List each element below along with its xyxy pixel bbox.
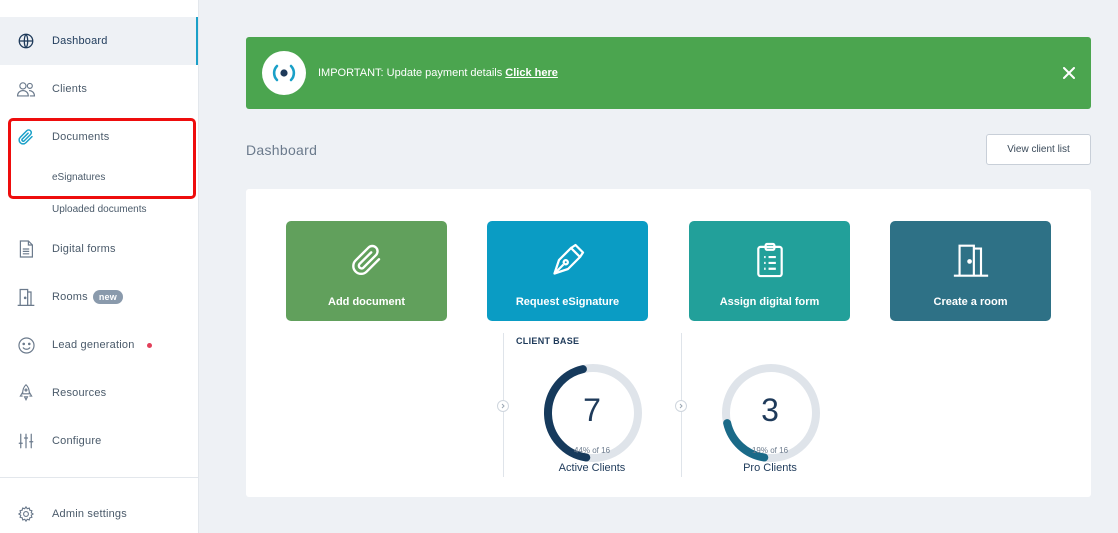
tile-label: Add document bbox=[328, 296, 405, 308]
chevron-right-icon[interactable] bbox=[675, 400, 687, 412]
pen-nib-icon bbox=[548, 239, 588, 281]
sidebar-item-rooms[interactable]: Rooms new bbox=[0, 273, 198, 321]
door-icon bbox=[951, 239, 991, 281]
tile-label: Create a room bbox=[933, 296, 1008, 308]
building-icon bbox=[15, 286, 37, 308]
pro-clients-label: Pro Clients bbox=[743, 462, 797, 474]
clipboard-icon bbox=[750, 239, 790, 281]
new-badge: new bbox=[92, 290, 123, 304]
sidebar-item-label: Resources bbox=[52, 387, 107, 399]
smiley-icon bbox=[15, 334, 37, 356]
assign-digital-form-tile[interactable]: Assign digital form bbox=[689, 221, 850, 321]
active-clients-label: Active Clients bbox=[558, 462, 626, 474]
users-icon bbox=[15, 78, 37, 100]
sidebar-item-label: Configure bbox=[52, 435, 102, 447]
globe-icon bbox=[15, 30, 37, 52]
page-title: Dashboard bbox=[246, 142, 318, 158]
active-clients-percent: 44% of 16 bbox=[573, 446, 611, 455]
sidebar-item-clients[interactable]: Clients bbox=[0, 65, 198, 113]
tile-label: Assign digital form bbox=[719, 296, 820, 308]
client-base-label: CLIENT BASE bbox=[516, 336, 580, 346]
pro-clients-value: 3 bbox=[761, 392, 779, 428]
sidebar-item-label: Lead generation bbox=[52, 339, 152, 351]
active-clients-value: 7 bbox=[583, 392, 601, 428]
notification-dot bbox=[146, 342, 152, 348]
request-esignature-tile[interactable]: Request eSignature bbox=[487, 221, 648, 321]
close-icon[interactable] bbox=[1059, 63, 1079, 83]
broadcast-logo-icon bbox=[262, 51, 306, 95]
sidebar-item-label: Dashboard bbox=[52, 35, 108, 47]
sidebar-item-lead-generation[interactable]: Lead generation bbox=[0, 321, 198, 369]
pro-clients-percent: 19% of 16 bbox=[751, 446, 789, 455]
sidebar-divider bbox=[0, 477, 198, 478]
chevron-right-icon[interactable] bbox=[497, 400, 509, 412]
sidebar-item-dashboard[interactable]: Dashboard bbox=[0, 17, 198, 65]
create-a-room-tile[interactable]: Create a room bbox=[890, 221, 1051, 321]
tile-label: Request eSignature bbox=[515, 296, 620, 308]
sidebar-item-admin-settings[interactable]: Admin settings bbox=[0, 490, 198, 533]
highlight-annotation bbox=[8, 118, 196, 199]
sidebar-item-label: Clients bbox=[52, 83, 88, 95]
file-text-icon bbox=[15, 238, 37, 260]
sidebar: Dashboard Clients Documents eSignatures … bbox=[0, 0, 199, 533]
sidebar-item-resources[interactable]: Resources bbox=[0, 369, 198, 417]
dashboard-card: Add document Request eSignature Assign d… bbox=[246, 189, 1091, 497]
paperclip-icon bbox=[347, 239, 387, 281]
sidebar-item-label: Admin settings bbox=[52, 508, 127, 520]
banner-message: IMPORTANT: Update payment details Click … bbox=[318, 67, 558, 79]
active-indicator bbox=[196, 17, 198, 65]
payment-alert-banner: IMPORTANT: Update payment details Click … bbox=[246, 37, 1091, 109]
gear-icon bbox=[15, 503, 37, 525]
sidebar-item-configure[interactable]: Configure bbox=[0, 417, 198, 465]
sliders-icon bbox=[15, 430, 37, 452]
sidebar-item-digital-forms[interactable]: Digital forms bbox=[0, 225, 198, 273]
rocket-icon bbox=[15, 382, 37, 404]
sidebar-item-label: Digital forms bbox=[52, 243, 116, 255]
view-client-list-button[interactable]: View client list bbox=[986, 134, 1091, 165]
add-document-tile[interactable]: Add document bbox=[286, 221, 447, 321]
sidebar-item-label: Rooms new bbox=[52, 290, 123, 304]
sidebar-subitem-uploaded-documents[interactable]: Uploaded documents bbox=[52, 204, 147, 215]
banner-click-here-link[interactable]: Click here bbox=[505, 67, 558, 79]
